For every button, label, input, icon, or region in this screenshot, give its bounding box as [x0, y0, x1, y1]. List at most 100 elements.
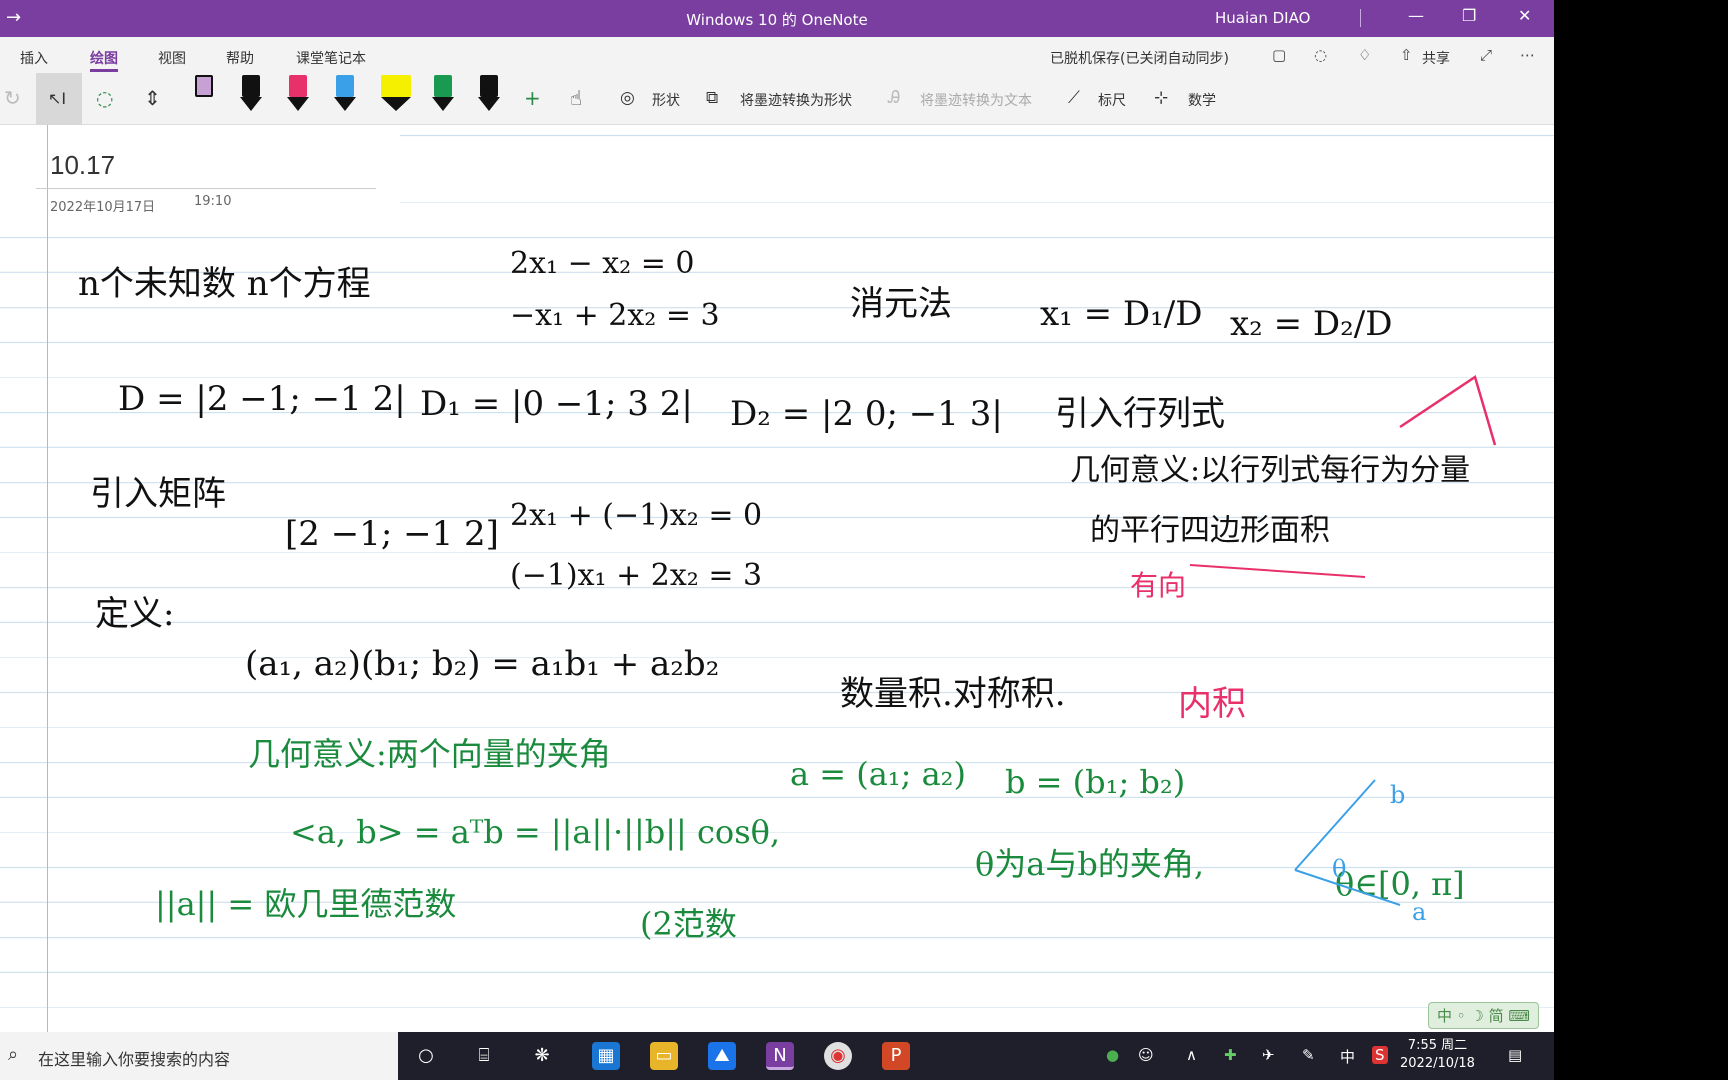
pen-black[interactable] — [240, 75, 262, 119]
ink-to-text-icon: Ꭿ — [888, 88, 901, 108]
share-button[interactable]: 共享 — [1422, 48, 1450, 68]
ink-x2: x₂ = D₂/D — [1230, 304, 1393, 344]
tab-class-notebook[interactable]: 课堂笔记本 — [296, 48, 366, 68]
ink-sys1-eq2: −x₁ + 2x₂ = 3 — [510, 298, 720, 333]
pen-workspace-icon[interactable]: ✎ — [1302, 1046, 1315, 1064]
notebooks-icon[interactable]: ▢ — [1272, 46, 1286, 64]
ink-directed: 有向 — [1130, 569, 1186, 602]
ink-label-b: b — [1390, 781, 1405, 809]
cursor-text-icon: ↖I — [48, 89, 67, 108]
taskbar-search[interactable]: ⌕ 在这里输入你要搜索的内容 — [0, 1032, 398, 1080]
more-icon[interactable]: ⋯ — [1520, 46, 1535, 64]
parallelogram-vectors — [1399, 375, 1497, 446]
pen-purple[interactable] — [193, 75, 215, 119]
notification-icon[interactable]: ▤ — [1508, 1046, 1522, 1064]
ink-intro-det: 引入行列式 — [1055, 394, 1225, 434]
ink-unknowns: n个未知数 n个方程 — [78, 264, 371, 304]
file-explorer-icon[interactable]: ▭ — [650, 1042, 678, 1070]
close-button[interactable]: ✕ — [1518, 6, 1531, 25]
windows-taskbar: ⌕ 在这里输入你要搜索的内容 ○ ⌸ ❋ ▦ ▭ ⛰ N ◉ P ● ☺ ∧ ✚… — [0, 1032, 1554, 1080]
ink-to-shape-button[interactable]: 将墨迹转换为形状 — [740, 90, 852, 110]
fullscreen-icon[interactable]: ⤢ — [1480, 46, 1492, 64]
add-space-icon[interactable]: ⇕ — [144, 86, 161, 110]
lasso-select-icon[interactable]: ◌ — [96, 86, 113, 110]
redo-icon[interactable]: ↻ — [4, 86, 21, 110]
ink-dot-product: (a₁, a₂)(b₁; b₂) = a₁b₁ + a₂b₂ — [245, 644, 719, 684]
title-separator — [1360, 9, 1361, 27]
minimize-button[interactable]: — — [1408, 6, 1424, 25]
chevron-up-icon[interactable]: ∧ — [1186, 1046, 1197, 1064]
powerpoint-icon[interactable]: P — [882, 1042, 910, 1070]
ink-norm-def: ||a|| = 欧几里德范数 — [155, 885, 456, 923]
sogou-icon[interactable]: S — [1372, 1046, 1388, 1064]
screen-black-area — [1554, 0, 1728, 1080]
touch-draw-icon[interactable]: ☝ — [570, 86, 582, 110]
ruler-button[interactable]: 标尺 — [1098, 90, 1126, 110]
tab-help[interactable]: 帮助 — [226, 48, 254, 68]
ink-intro-matrix: 引入矩阵 — [90, 474, 226, 514]
tab-insert[interactable]: 插入 — [20, 48, 48, 68]
app-swirl-icon[interactable]: ❋ — [528, 1042, 556, 1070]
ink-theta-desc: θ为a与b的夹角, — [975, 845, 1204, 883]
math-button[interactable]: 数学 — [1188, 90, 1216, 110]
share-icon[interactable]: ⇧ — [1400, 46, 1413, 64]
onenote-window: → Windows 10 的 OneNote Huaian DIAO — ❐ ✕… — [0, 0, 1554, 1032]
ink-inner-product: 内积 — [1178, 684, 1246, 724]
ink-x1: x₁ = D₁/D — [1040, 294, 1203, 334]
ink-two-norm: (2范数 — [640, 905, 737, 943]
network-app-icon[interactable]: ✚ — [1224, 1046, 1237, 1064]
tab-draw[interactable]: 绘图 — [90, 48, 118, 72]
store-icon[interactable]: ▦ — [592, 1042, 620, 1070]
search-placeholder[interactable]: 在这里输入你要搜索的内容 — [38, 1046, 230, 1070]
ink-dot-names: 数量积.对称积. — [840, 674, 1066, 714]
ink-theta: θ — [1332, 855, 1346, 883]
pen-pink[interactable] — [287, 75, 309, 119]
math-icon[interactable]: ⊹ — [1154, 88, 1168, 108]
ink-sys1-eq1: 2x₁ − x₂ = 0 — [510, 246, 694, 281]
ink-geo1: 几何意义:以行列式每行为分量 — [1070, 453, 1470, 488]
shapes-button[interactable]: 形状 — [652, 90, 680, 110]
tab-view[interactable]: 视图 — [158, 48, 186, 68]
shapes-icon[interactable]: ◎ — [620, 88, 635, 108]
lightbulb-icon[interactable]: ◌ — [1314, 46, 1327, 64]
user-name[interactable]: Huaian DIAO — [1215, 9, 1310, 27]
chrome-icon[interactable]: ◉ — [824, 1042, 852, 1070]
ink-to-shape-icon[interactable]: ⧉ — [706, 88, 718, 108]
sync-status[interactable]: 已脱机保存(已关闭自动同步) — [1050, 48, 1229, 68]
onenote-icon[interactable]: N — [766, 1042, 794, 1070]
ink-det-d: D = |2 −1; −1 2| — [118, 379, 406, 419]
title-bar: → Windows 10 的 OneNote Huaian DIAO — ❐ ✕ — [0, 0, 1554, 37]
highlighter-yellow[interactable] — [381, 75, 411, 119]
add-pen-icon[interactable]: + — [524, 86, 541, 110]
taskbar-clock[interactable]: 7:55 周二 2022/10/18 — [1400, 1037, 1475, 1073]
ink-sys2-eq1: 2x₁ + (−1)x₂ = 0 — [510, 498, 762, 533]
ruler-icon[interactable]: ⟋ — [1068, 88, 1080, 108]
ink-layer: n个未知数 n个方程 2x₁ − x₂ = 0 −x₁ + 2x₂ = 3 消元… — [78, 246, 1497, 943]
tray-dot-icon[interactable]: ● — [1106, 1046, 1119, 1064]
ink-det-d1: D₁ = |0 −1; 3 2| — [420, 384, 693, 424]
ime-floating-badge[interactable]: 中 ◦ ☽ 简 ⌨ — [1428, 1002, 1540, 1029]
cortana-icon[interactable]: ○ — [412, 1042, 440, 1070]
bell-icon[interactable]: ♢ — [1358, 46, 1371, 64]
maximize-button[interactable]: ❐ — [1462, 6, 1476, 25]
ribbon-tabs: 插入 绘图 视图 帮助 课堂笔记本 已脱机保存(已关闭自动同步) ▢ ◌ ♢ ⇧… — [0, 37, 1554, 73]
ink-to-text-button: 将墨迹转换为文本 — [920, 93, 1032, 109]
lasso-type-tool[interactable]: ↖I — [36, 73, 82, 125]
ink-vec-a: a = (a₁; a₂) — [790, 755, 966, 793]
pen-blue[interactable] — [334, 75, 356, 119]
ink-det-d2: D₂ = |2 0; −1 3| — [730, 394, 1003, 434]
ink-theta-range: θ∈[0, π] — [1335, 865, 1465, 903]
people-icon[interactable]: ☺ — [1138, 1046, 1154, 1064]
clock-date: 2022/10/18 — [1400, 1056, 1475, 1071]
ink-vec-b: b = (b₁; b₂) — [1005, 763, 1185, 801]
pen-green[interactable] — [432, 75, 454, 119]
ink-elimination: 消元法 — [850, 284, 952, 324]
pen-black-2[interactable] — [478, 75, 500, 119]
photos-icon[interactable]: ⛰ — [708, 1042, 736, 1070]
airplane-icon[interactable]: ✈ — [1262, 1046, 1275, 1064]
ink-definition: 定义: — [95, 594, 174, 634]
ink-geo-angle: 几何意义:两个向量的夹角 — [248, 735, 611, 773]
ime-indicator[interactable]: 中 — [1340, 1046, 1355, 1067]
task-view-icon[interactable]: ⌸ — [470, 1042, 498, 1070]
underline-mark — [1189, 564, 1366, 578]
